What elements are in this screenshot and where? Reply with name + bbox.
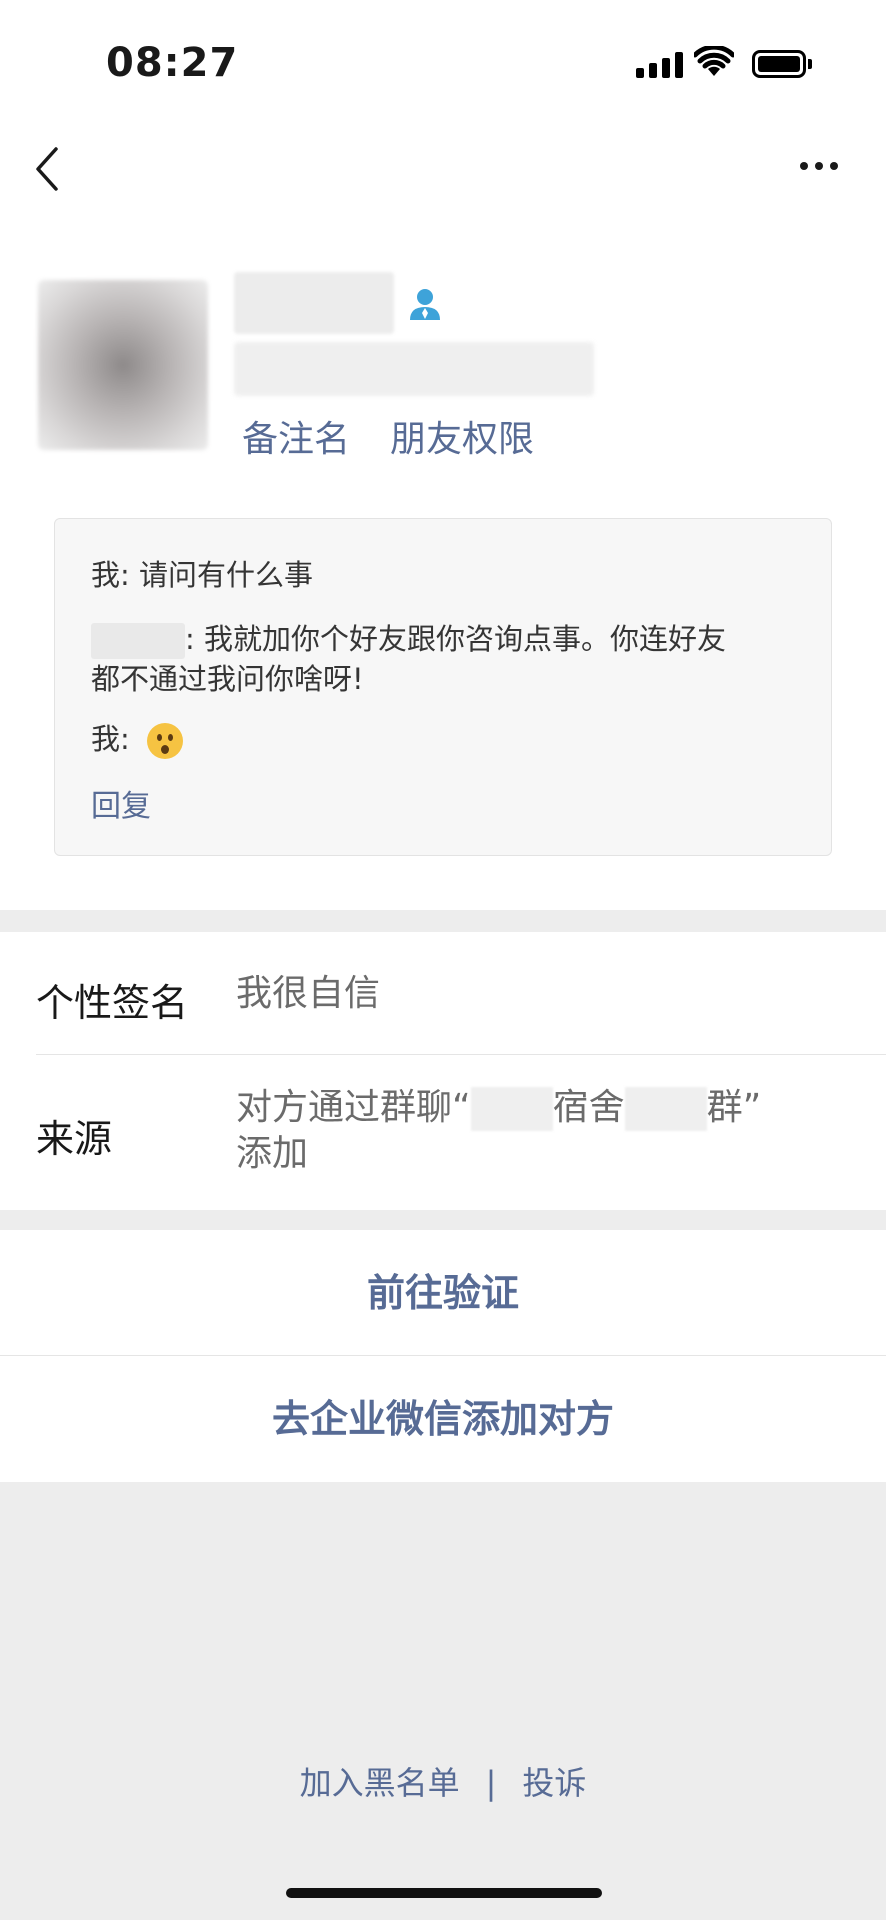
avatar[interactable]: [38, 280, 208, 450]
name-redacted: [234, 272, 394, 334]
more-options-icon[interactable]: [800, 162, 838, 170]
back-arrow-icon[interactable]: [34, 146, 60, 192]
source-value: 对方通过群聊“ 宿舍 群”: [236, 1086, 761, 1131]
profile-links: 备注名 朋友权限: [242, 410, 534, 462]
footer-links: 加入黑名单 | 投诉: [0, 1758, 886, 1804]
chat-line-1: 我: 请问有什么事: [91, 558, 314, 592]
signature-label: 个性签名: [36, 981, 189, 1025]
info-section: 个性签名 我很自信 来源 对方通过群聊“ 宿舍 群” 添加: [0, 932, 886, 1210]
battery-tip: [808, 59, 812, 69]
status-time: 08:27: [106, 40, 239, 86]
source-value-line2: 添加: [236, 1133, 309, 1174]
greeting-messages: 我: 请问有什么事 : 我就加你个好友跟你咨询点事。你连好友 都不通过我问你啥呀…: [54, 518, 832, 856]
blacklist-link[interactable]: 加入黑名单: [300, 1764, 460, 1802]
profile-panel: 08:27 备注名 朋友权限 我: 请问有什么事 : 我就加你个好友跟你咨询点事…: [0, 0, 886, 910]
group-name-redacted-1: [470, 1087, 553, 1131]
person-icon: [410, 289, 440, 320]
group-name-redacted-2: [624, 1087, 707, 1131]
cellular-signal-icon: [636, 52, 683, 78]
hushed-face-emoji-icon: [147, 723, 183, 759]
chat-line-2-cont: 都不通过我问你啥呀!: [91, 662, 364, 696]
source-label: 来源: [36, 1117, 113, 1161]
divider: [36, 1054, 886, 1055]
home-indicator[interactable]: [286, 1888, 602, 1898]
wifi-icon: [694, 46, 734, 76]
wecom-add-button[interactable]: 去企业微信添加对方: [0, 1388, 886, 1443]
action-section: 前往验证 去企业微信添加对方: [0, 1230, 886, 1482]
chat-line-2: : 我就加你个好友跟你咨询点事。你连好友: [91, 619, 726, 659]
signature-value: 我很自信: [236, 973, 381, 1014]
id-redacted: [234, 342, 594, 396]
battery-icon: [752, 50, 806, 78]
report-link[interactable]: 投诉: [522, 1764, 586, 1802]
reply-link[interactable]: 回复: [91, 781, 151, 825]
go-verify-button[interactable]: 前往验证: [0, 1262, 886, 1317]
footer-separator: |: [485, 1764, 497, 1802]
divider: [0, 1355, 886, 1356]
chat-line-3: 我:: [91, 719, 183, 759]
remark-name-link[interactable]: 备注名: [242, 410, 350, 462]
friend-permission-link[interactable]: 朋友权限: [390, 410, 534, 462]
sender-redacted: [91, 623, 185, 659]
